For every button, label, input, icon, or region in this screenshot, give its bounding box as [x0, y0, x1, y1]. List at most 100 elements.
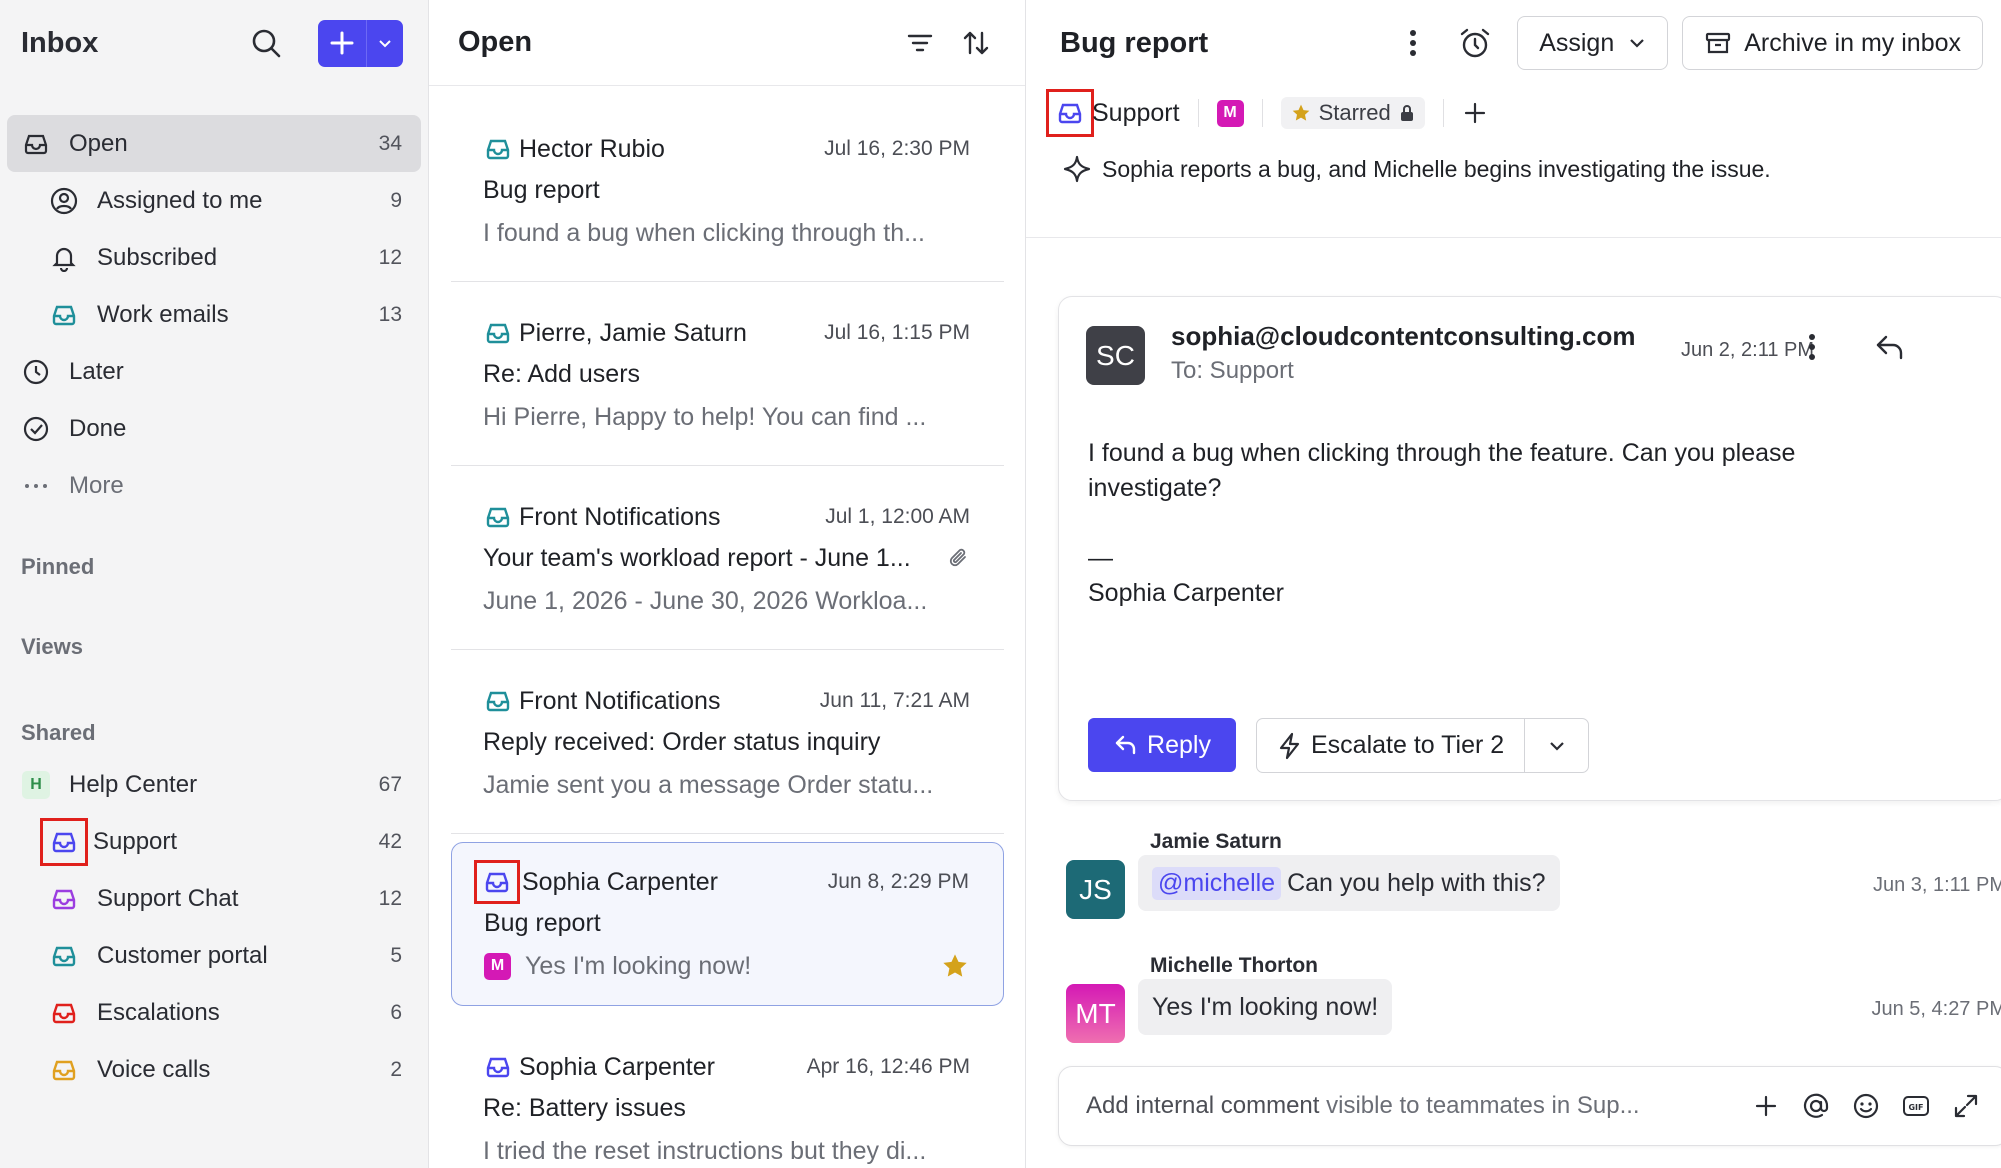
check-circle-icon [20, 413, 52, 445]
list-item[interactable]: Pierre, Jamie Saturn Jul 16, 1:15 PM Re:… [451, 294, 1004, 466]
inbox-icon [474, 860, 520, 904]
member-badge[interactable]: M [1216, 99, 1244, 127]
conversation-title: Bug report [1060, 26, 1209, 59]
filter-icon[interactable] [900, 23, 940, 63]
star-icon[interactable] [941, 952, 969, 980]
starred-tag[interactable]: Starred [1280, 97, 1425, 129]
list-item[interactable]: Front Notifications Jul 1, 12:00 AM Your… [451, 478, 1004, 650]
lightning-icon [1277, 732, 1303, 760]
chevron-down-icon[interactable] [1525, 719, 1588, 772]
gif-icon[interactable]: GIF [1898, 1088, 1934, 1124]
sidebar-item-done[interactable]: Done [7, 400, 421, 457]
divider [1026, 237, 2001, 238]
sidebar-item-work-emails[interactable]: Work emails 13 [7, 286, 421, 343]
reply-button[interactable]: Reply [1088, 718, 1236, 772]
mention-icon[interactable] [1798, 1088, 1834, 1124]
help-center-badge: H [20, 769, 52, 801]
section-views[interactable]: Views [0, 634, 428, 660]
inbox-icon [483, 1052, 513, 1082]
star-icon [1291, 103, 1311, 123]
compose-plus-icon[interactable] [318, 20, 366, 67]
conversation-subject: Re: Add users [483, 360, 641, 388]
sidebar-item-label: Support Chat [97, 884, 239, 912]
sidebar-item-voice-calls[interactable]: Voice calls 2 [7, 1041, 421, 1098]
mention[interactable]: @michelle [1152, 866, 1282, 900]
inbox-icon [48, 299, 80, 331]
conversation-from: Hector Rubio [519, 134, 665, 163]
assign-button[interactable]: Assign [1517, 16, 1669, 70]
conversation-from: Front Notifications [519, 502, 721, 531]
conversation-from: Pierre, Jamie Saturn [519, 318, 747, 347]
emoji-icon[interactable] [1848, 1088, 1884, 1124]
more-vertical-icon[interactable] [1393, 23, 1433, 63]
compose-chevron-down-icon[interactable] [366, 19, 403, 67]
sidebar-item-label: Work emails [97, 300, 229, 328]
list-item[interactable]: Sophia Carpenter Apr 16, 12:46 PM Re: Ba… [451, 1028, 1004, 1168]
sidebar-item-label: Voice calls [97, 1055, 211, 1083]
add-tag-icon[interactable] [1462, 100, 1488, 126]
section-shared[interactable]: Shared [0, 720, 428, 746]
sidebar-item-support-chat[interactable]: Support Chat 12 [7, 870, 421, 927]
sidebar-item-help-center[interactable]: H Help Center 67 [7, 756, 421, 813]
list-item-selected[interactable]: Sophia Carpenter Jun 8, 2:29 PM Bug repo… [451, 842, 1004, 1006]
more-vertical-icon[interactable] [1797, 330, 1827, 369]
comment-text: Can you help with this? [1287, 868, 1546, 897]
sidebar-item-label: Support [93, 827, 178, 855]
comment: Michelle Thorton MT Yes I'm looking now!… [1066, 954, 2001, 1054]
sidebar-item-support[interactable]: Support 42 [7, 813, 421, 870]
sidebar-item-subscribed[interactable]: Subscribed 12 [7, 229, 421, 286]
reply-label: Reply [1147, 730, 1211, 759]
sidebar-item-open[interactable]: Open 34 [7, 115, 421, 172]
section-pinned[interactable]: Pinned [0, 554, 428, 580]
plus-icon[interactable] [1748, 1088, 1784, 1124]
comment-input[interactable]: Add internal comment visible to teammate… [1086, 1092, 1734, 1120]
archive-icon [1704, 29, 1732, 57]
comment-composer[interactable]: Add internal comment visible to teammate… [1058, 1066, 2001, 1146]
conversation-from: Front Notifications [519, 686, 721, 715]
chevron-down-icon [1628, 34, 1646, 52]
sidebar-item-customer-portal[interactable]: Customer portal 5 [7, 927, 421, 984]
inbox-tag-support[interactable]: Support [1046, 89, 1180, 137]
archive-button[interactable]: Archive in my inbox [1682, 16, 1983, 70]
list-item[interactable]: Front Notifications Jun 11, 7:21 AM Repl… [451, 662, 1004, 834]
sort-icon[interactable] [956, 23, 996, 63]
conversation-date: Jul 1, 12:00 AM [825, 505, 970, 528]
comment-date: Jun 3, 1:11 PM [1872, 874, 2001, 896]
divider [1442, 99, 1444, 127]
sidebar-item-label: Subscribed [97, 243, 218, 271]
ai-summary: Sophia reports a bug, and Michelle begin… [1026, 140, 2001, 184]
message-card: SC sophia@cloudcontentconsulting.com To:… [1058, 296, 2001, 801]
clock-icon [20, 356, 52, 388]
sidebar-item-count: 6 [390, 1000, 402, 1024]
escalate-label: Escalate to Tier 2 [1311, 731, 1505, 759]
user-circle-icon [48, 185, 80, 217]
inbox-icon [40, 817, 88, 866]
svg-text:GIF: GIF [1908, 1103, 1923, 1112]
conversation-subject: Re: Battery issues [483, 1094, 686, 1122]
sidebar-item-count: 67 [378, 772, 402, 796]
avatar: JS [1066, 860, 1125, 919]
list-item[interactable]: Hector Rubio Jul 16, 2:30 PM Bug report … [451, 110, 1004, 282]
expand-icon[interactable] [1948, 1088, 1984, 1124]
sidebar-item-escalations[interactable]: Escalations 6 [7, 984, 421, 1041]
inbox-icon [20, 128, 52, 160]
signature-dash: — [1088, 544, 1113, 572]
inbox-icon [483, 502, 513, 532]
conversation-subject: Bug report [483, 176, 600, 204]
sidebar-item-label: Later [69, 357, 124, 385]
avatar: MT [1066, 984, 1125, 1043]
conversation-detail: Bug report Assign Archive in my inbox Su… [1026, 0, 2001, 1168]
conversation-from: Sophia Carpenter [522, 867, 718, 896]
sidebar-item-label: More [69, 471, 124, 499]
sidebar-item-more[interactable]: More [7, 457, 421, 514]
search-icon[interactable] [246, 23, 286, 63]
alarm-clock-icon[interactable] [1455, 23, 1495, 63]
conversation-tags: Support M Starred [1026, 86, 2001, 140]
sidebar-item-assigned[interactable]: Assigned to me 9 [7, 172, 421, 229]
message-signature: — Sophia Carpenter [1088, 541, 1284, 611]
message-sender[interactable]: sophia@cloudcontentconsulting.com [1171, 321, 1635, 352]
escalate-button[interactable]: Escalate to Tier 2 [1257, 719, 1526, 772]
inbox-icon [483, 134, 513, 164]
reply-icon[interactable] [1873, 330, 1907, 369]
sidebar-item-later[interactable]: Later [7, 343, 421, 400]
